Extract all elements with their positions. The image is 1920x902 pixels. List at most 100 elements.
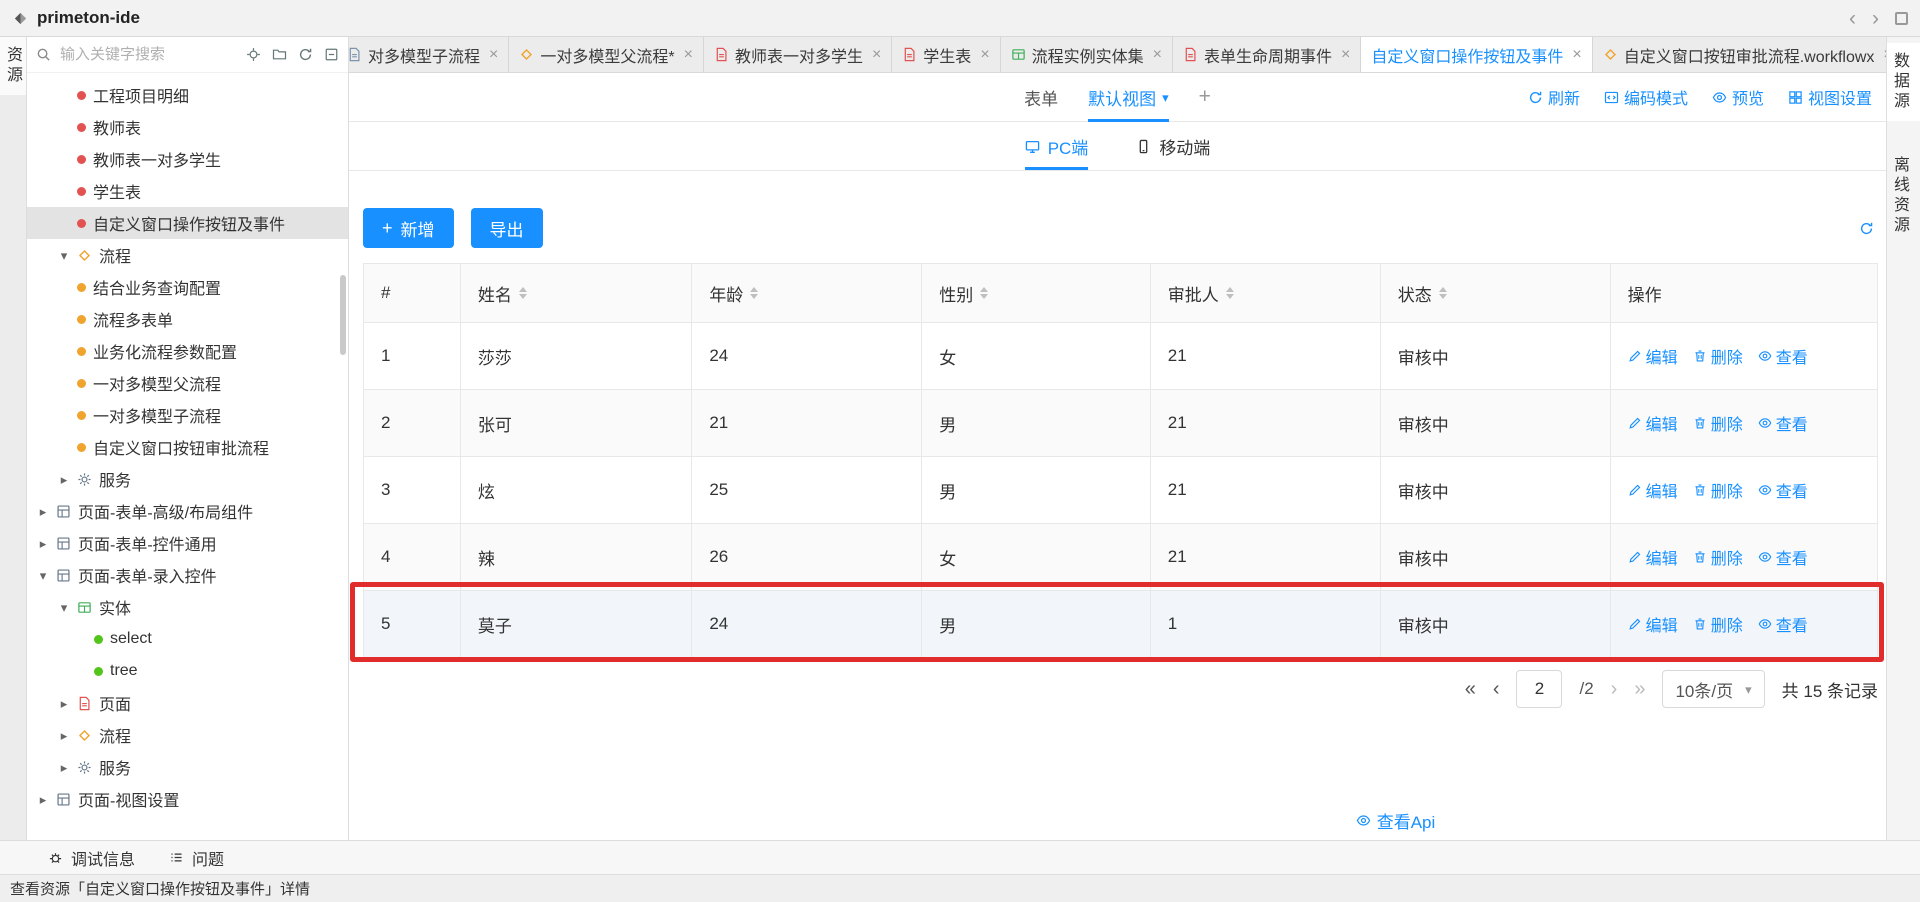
sync-icon[interactable] [1859, 221, 1874, 236]
editor-tab[interactable]: 学生表× [892, 37, 1000, 72]
code-mode-button[interactable]: 编码模式 [1604, 85, 1688, 109]
edit-link[interactable]: 编辑 [1628, 478, 1678, 502]
editor-tab[interactable]: 对多模型子流程× [349, 37, 509, 72]
debug-info-button[interactable]: 调试信息 [48, 846, 135, 870]
tree-item[interactable]: 结合业务查询配置 [27, 271, 348, 303]
tree-item[interactable]: ▸页面-视图设置 [27, 783, 348, 815]
refresh-icon[interactable] [298, 47, 313, 62]
tree-item[interactable]: ▸服务 [27, 751, 348, 783]
tree-item[interactable]: ▾页面-表单-录入控件 [27, 559, 348, 591]
tree-item[interactable]: ▸页面-表单-高级/布局组件 [27, 495, 348, 527]
resources-vertical-tab[interactable]: 资源 [0, 37, 26, 95]
folder-icon[interactable] [272, 47, 287, 62]
tree-item[interactable]: select [27, 623, 348, 655]
sort-icon[interactable] [519, 287, 527, 299]
edit-link[interactable]: 编辑 [1628, 612, 1678, 636]
refresh-view-button[interactable]: 刷新 [1528, 85, 1580, 109]
view-link[interactable]: 查看 [1758, 545, 1808, 569]
view-link[interactable]: 查看 [1758, 344, 1808, 368]
form-tab[interactable]: 表单 [1024, 85, 1058, 110]
column-header-status[interactable]: 状态 [1381, 264, 1611, 322]
table-row-highlighted[interactable]: 5 莫子 24 男 1 审核中 编辑 删除 查看 [364, 590, 1877, 657]
view-link[interactable]: 查看 [1758, 411, 1808, 435]
offline-resources-vertical-tab[interactable]: 离线资源 [1887, 147, 1920, 245]
table-row[interactable]: 1 莎莎 24 女 21 审核中 编辑 删除 查看 [364, 322, 1877, 389]
add-button[interactable]: +新增 [363, 208, 454, 248]
device-tab-mobile[interactable]: 移动端 [1136, 122, 1210, 170]
device-tab-pc[interactable]: PC端 [1025, 122, 1089, 170]
editor-tab[interactable]: 一对多模型父流程*× [509, 37, 704, 72]
column-header-name[interactable]: 姓名 [461, 264, 692, 322]
tree-item[interactable]: 一对多模型父流程 [27, 367, 348, 399]
tree-item[interactable]: 教师表一对多学生 [27, 143, 348, 175]
caret-right-icon[interactable]: ▸ [37, 793, 49, 806]
editor-tab[interactable]: 教师表一对多学生× [704, 37, 892, 72]
editor-tab-active[interactable]: 自定义窗口操作按钮及事件× [1361, 37, 1592, 72]
tree-item[interactable]: 学生表 [27, 175, 348, 207]
view-link[interactable]: 查看 [1758, 612, 1808, 636]
delete-link[interactable]: 删除 [1693, 478, 1743, 502]
close-icon[interactable]: × [684, 47, 693, 63]
sort-icon[interactable] [980, 287, 988, 299]
edit-link[interactable]: 编辑 [1628, 344, 1678, 368]
problems-button[interactable]: 问题 [169, 846, 224, 870]
caret-right-icon[interactable]: ▸ [37, 505, 49, 518]
caret-down-icon[interactable]: ▾ [58, 249, 70, 262]
tree-item[interactable]: ▾实体 [27, 591, 348, 623]
delete-link[interactable]: 删除 [1693, 411, 1743, 435]
tree-item[interactable]: ▸页面-表单-控件通用 [27, 527, 348, 559]
table-row[interactable]: 3 炫 25 男 21 审核中 编辑 删除 查看 [364, 456, 1877, 523]
edit-link[interactable]: 编辑 [1628, 411, 1678, 435]
tree-item[interactable]: 业务化流程参数配置 [27, 335, 348, 367]
layout-icon[interactable] [1895, 12, 1908, 25]
sort-icon[interactable] [1439, 287, 1447, 299]
column-header-approver[interactable]: 审批人 [1151, 264, 1381, 322]
scrollbar-thumb[interactable] [340, 275, 346, 355]
caret-right-icon[interactable]: ▸ [37, 537, 49, 550]
close-icon[interactable]: × [1341, 47, 1350, 63]
table-row[interactable]: 2 张可 21 男 21 审核中 编辑 删除 查看 [364, 389, 1877, 456]
locate-icon[interactable] [246, 47, 261, 62]
tree-item[interactable]: 一对多模型子流程 [27, 399, 348, 431]
column-header-age[interactable]: 年龄 [692, 264, 922, 322]
current-page-input[interactable]: 2 [1516, 670, 1562, 708]
caret-right-icon[interactable]: ▸ [58, 697, 70, 710]
close-icon[interactable]: × [1153, 47, 1162, 63]
first-page-button[interactable]: « [1465, 679, 1476, 699]
editor-tab[interactable]: 表单生命周期事件× [1173, 37, 1361, 72]
close-icon[interactable]: × [1572, 47, 1581, 63]
nav-forward-icon[interactable]: › [1872, 8, 1879, 29]
editor-tab[interactable]: 自定义窗口按钮审批流程.workflowx× [1593, 37, 1886, 72]
view-link[interactable]: 查看 [1758, 478, 1808, 502]
caret-right-icon[interactable]: ▸ [58, 473, 70, 486]
sort-icon[interactable] [750, 287, 758, 299]
view-selector[interactable]: 默认视图 ▾ [1088, 73, 1169, 122]
tree-item[interactable]: 自定义窗口按钮审批流程 [27, 431, 348, 463]
tree-item[interactable]: ▾流程 [27, 239, 348, 271]
view-api-link[interactable]: 查看Api [1356, 808, 1436, 833]
last-page-button[interactable]: » [1634, 679, 1645, 699]
edit-link[interactable]: 编辑 [1628, 545, 1678, 569]
add-view-button[interactable]: + [1199, 85, 1211, 109]
tree-item-selected[interactable]: 自定义窗口操作按钮及事件 [27, 207, 348, 239]
table-row[interactable]: 4 辣 26 女 21 审核中 编辑 删除 查看 [364, 523, 1877, 590]
column-header-gender[interactable]: 性别 [922, 264, 1150, 322]
nav-back-icon[interactable]: ‹ [1849, 8, 1856, 29]
close-icon[interactable]: × [980, 47, 989, 63]
caret-down-icon[interactable]: ▾ [37, 569, 49, 582]
caret-down-icon[interactable]: ▾ [58, 601, 70, 614]
tree-item[interactable]: tree [27, 655, 348, 687]
tree-item[interactable]: ▸流程 [27, 719, 348, 751]
caret-right-icon[interactable]: ▸ [58, 761, 70, 774]
export-button[interactable]: 导出 [471, 208, 543, 248]
search-input[interactable] [58, 45, 239, 64]
caret-right-icon[interactable]: ▸ [58, 729, 70, 742]
close-icon[interactable]: × [872, 47, 881, 63]
collapse-all-icon[interactable] [324, 47, 339, 62]
tree-item[interactable]: ▸服务 [27, 463, 348, 495]
delete-link[interactable]: 删除 [1693, 612, 1743, 636]
editor-tab[interactable]: 流程实例实体集× [1001, 37, 1173, 72]
delete-link[interactable]: 删除 [1693, 344, 1743, 368]
delete-link[interactable]: 删除 [1693, 545, 1743, 569]
page-size-select[interactable]: 10条/页▾ [1662, 670, 1764, 708]
